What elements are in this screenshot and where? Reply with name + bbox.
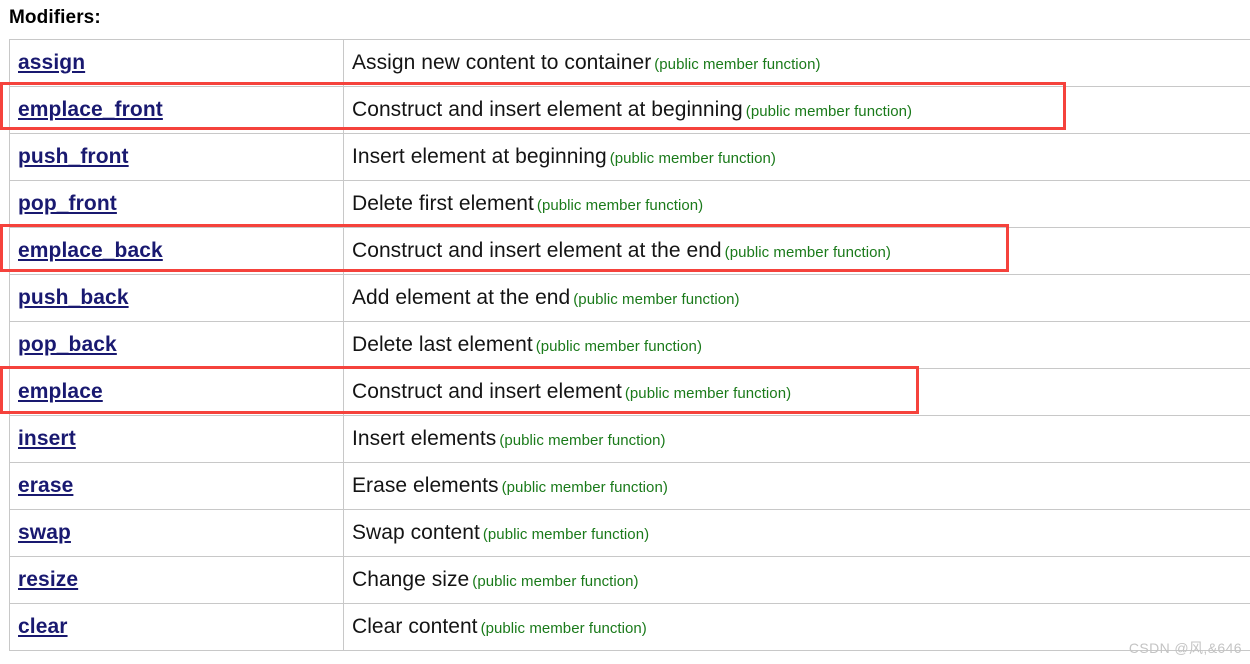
table-row: push_back Add element at the end (public m…: [9, 274, 1250, 322]
member-link-assign[interactable]: assign: [18, 51, 85, 74]
member-description-text: Delete last element: [352, 333, 533, 356]
member-description-text: Add element at the end: [352, 286, 571, 309]
member-name-cell: emplace_back: [9, 227, 344, 275]
member-kind-note: (public member function): [724, 244, 891, 261]
member-name-cell: swap: [9, 509, 344, 557]
page-title: Modifiers:: [9, 7, 101, 28]
member-description-cell: Construct and insert element at beginnin…: [343, 86, 1250, 134]
modifiers-table-wrapper: assign Assign new content to container (pu…: [0, 39, 1250, 651]
member-kind-note: (public member function): [609, 150, 776, 167]
member-kind-note: (public member function): [573, 291, 740, 308]
member-kind-note: (public member function): [624, 385, 792, 402]
member-description-text: Construct and insert element at the end: [352, 239, 722, 262]
table-row: emplace Construct and insert element (publ…: [9, 368, 1250, 416]
member-name-cell: clear: [9, 603, 344, 651]
member-description-cell: Swap content (public member function): [343, 509, 1250, 557]
table-row: clear Clear content (public member functio…: [9, 603, 1250, 651]
member-link-push_front[interactable]: push_front: [18, 145, 129, 168]
member-link-pop_front[interactable]: pop_front: [18, 192, 117, 215]
member-description-cell: Insert element at beginning (public membe…: [343, 133, 1250, 181]
member-description-text: Insert element at beginning: [352, 145, 607, 168]
member-description-text: Insert elements: [352, 427, 497, 450]
member-link-insert[interactable]: insert: [18, 427, 76, 450]
member-description-cell: Delete last element (public member functi…: [343, 321, 1250, 369]
member-name-cell: push_back: [9, 274, 344, 322]
member-kind-note: (public member function): [480, 620, 647, 637]
table-row: emplace_front Construct and insert elemen…: [9, 86, 1250, 134]
table-row: pop_front Delete first element (public mem…: [9, 180, 1250, 228]
member-link-emplace_front[interactable]: emplace_front: [18, 98, 163, 121]
member-link-swap[interactable]: swap: [18, 521, 71, 544]
member-description-text: Swap content: [352, 521, 480, 544]
member-kind-note: (public member function): [535, 338, 702, 355]
member-name-cell: erase: [9, 462, 344, 510]
member-name-cell: emplace_front: [9, 86, 344, 134]
member-description-cell: Delete first element (public member funct…: [343, 180, 1250, 228]
member-kind-note: (public member function): [501, 479, 668, 496]
member-name-cell: pop_front: [9, 180, 344, 228]
member-link-erase[interactable]: erase: [18, 474, 73, 497]
member-kind-note: (public member function): [499, 432, 666, 449]
member-description-text: Delete first element: [352, 192, 534, 215]
table-row: erase Erase elements (public member functi…: [9, 462, 1250, 510]
modifiers-table: assign Assign new content to container (pu…: [9, 39, 1250, 651]
member-link-push_back[interactable]: push_back: [18, 286, 129, 309]
member-link-emplace_back[interactable]: emplace_back: [18, 239, 163, 262]
member-description-cell: Construct and insert element at the end(…: [343, 227, 1250, 275]
csdn-watermark: CSDN @风,&646: [1128, 640, 1242, 656]
member-name-cell: emplace: [9, 368, 344, 416]
member-description-cell: Construct and insert element (public memb…: [343, 368, 1250, 416]
table-row: pop_back Delete last element (public membe…: [9, 321, 1250, 369]
member-kind-note: (public member function): [745, 103, 913, 120]
member-name-cell: assign: [9, 39, 344, 87]
modifiers-table-body: assign Assign new content to container (pu…: [9, 39, 1250, 651]
member-link-clear[interactable]: clear: [18, 615, 68, 638]
member-name-cell: resize: [9, 556, 344, 604]
member-description-text: Assign new content to container: [352, 51, 652, 74]
member-description-cell: Clear content (public member function): [343, 603, 1250, 651]
table-row: resize Change size (public member function…: [9, 556, 1250, 604]
member-description-cell: Insert elements (public member function): [343, 415, 1250, 463]
member-kind-note: (public member function): [472, 573, 639, 590]
member-name-cell: push_front: [9, 133, 344, 181]
member-kind-note: (public member function): [482, 526, 650, 543]
member-description-cell: Change size (public member function): [343, 556, 1250, 604]
member-link-emplace[interactable]: emplace: [18, 380, 103, 403]
member-kind-note: (public member function): [536, 197, 704, 214]
table-row: insert Insert elements (public member func…: [9, 415, 1250, 463]
member-description-cell: Erase elements (public member function): [343, 462, 1250, 510]
member-link-pop_back[interactable]: pop_back: [18, 333, 117, 356]
member-link-resize[interactable]: resize: [18, 568, 78, 591]
member-description-text: Construct and insert element at beginnin…: [352, 98, 743, 121]
member-kind-note: (public member function): [654, 56, 821, 73]
table-row: swap Swap content (public member function): [9, 509, 1250, 557]
member-name-cell: pop_back: [9, 321, 344, 369]
table-row: emplace_back Construct and insert element…: [9, 227, 1250, 275]
table-row: push_front Insert element at beginning (pu…: [9, 133, 1250, 181]
member-description-cell: Add element at the end (public member fun…: [343, 274, 1250, 322]
member-description-text: Clear content: [352, 615, 478, 638]
member-description-text: Construct and insert element: [352, 380, 622, 403]
member-description-text: Erase elements: [352, 474, 499, 497]
member-description-cell: Assign new content to container (public m…: [343, 39, 1250, 87]
member-description-text: Change size: [352, 568, 470, 591]
member-name-cell: insert: [9, 415, 344, 463]
table-row: assign Assign new content to container (pu…: [9, 39, 1250, 87]
